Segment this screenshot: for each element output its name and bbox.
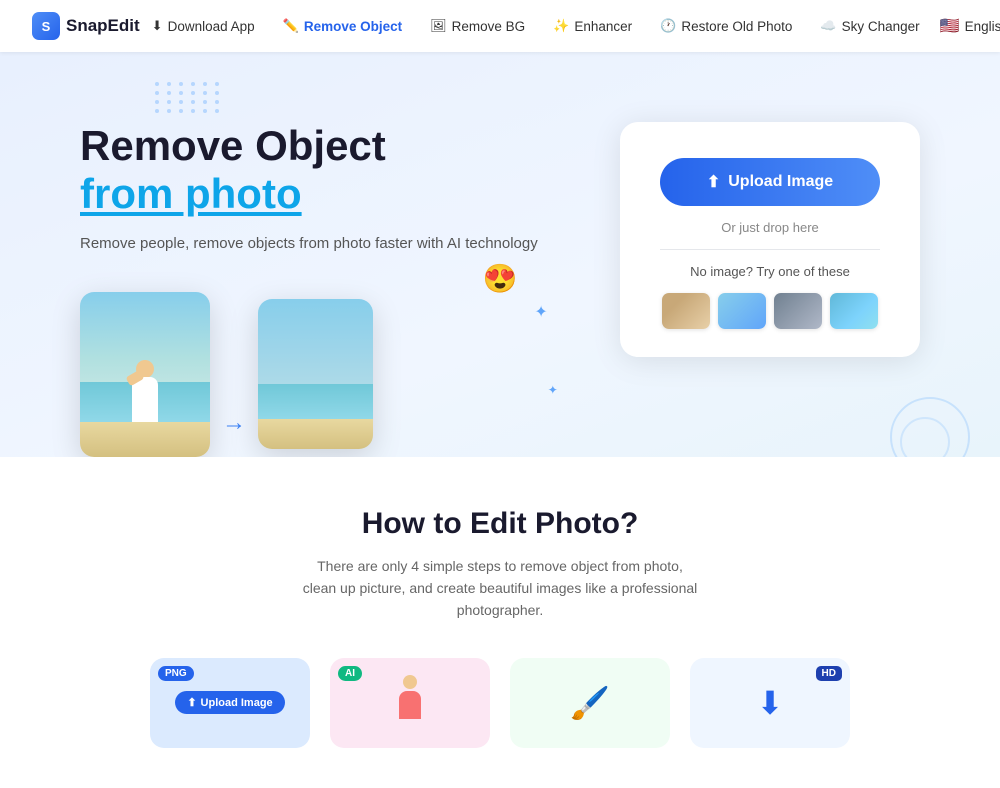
arrow-container: → [222, 409, 246, 457]
edit-icon: ✏️ [283, 18, 299, 34]
sand-bg [80, 422, 210, 457]
sample-images [662, 293, 878, 329]
hero-images: → 😍 ✦ ✦ [80, 292, 538, 457]
flag-icon: 🇺🇸 [940, 16, 960, 36]
download-icon: ⬇ [757, 684, 784, 722]
nav-remove-bg[interactable]: 🖼 Remove BG [418, 12, 537, 40]
hero-subtitle: Remove people, remove objects from photo… [80, 235, 538, 252]
upload-icon: ⬆ [707, 172, 720, 192]
happy-emoji: 😍 [483, 262, 518, 295]
right-arrow-icon: → [222, 409, 246, 437]
sample-label: No image? Try one of these [690, 264, 850, 279]
sparkle-icon: ✨ [553, 18, 569, 34]
nav-enhancer[interactable]: ✨ Enhancer [541, 12, 644, 40]
step-download: HD ⬇ [690, 658, 850, 748]
language-selector[interactable]: 🇺🇸 English ▾ [932, 12, 1000, 40]
step-select: AI [330, 658, 490, 748]
png-badge: PNG [158, 666, 194, 681]
how-to-section: How to Edit Photo? There are only 4 simp… [0, 457, 1000, 788]
navbar: S SnapEdit ⬇ Download App ✏️ Remove Obje… [0, 0, 1000, 52]
sample-thumb-2[interactable] [718, 293, 766, 329]
drop-hint: Or just drop here [721, 220, 819, 235]
sample-thumb-3[interactable] [774, 293, 822, 329]
step-upload: PNG ⬆ Upload Image [150, 658, 310, 748]
nav-links: ⬇ Download App ✏️ Remove Object 🖼 Remove… [140, 12, 932, 40]
upload-button-label: Upload Image [728, 173, 833, 191]
step-erase: 🖌️ [510, 658, 670, 748]
logo[interactable]: S SnapEdit [32, 12, 140, 40]
upload-card: ⬆ Upload Image Or just drop here No imag… [620, 122, 920, 357]
sparkle-icon-2: ✦ [548, 383, 558, 397]
upload-step-btn: ⬆ Upload Image [175, 691, 284, 714]
lang-label: English [965, 19, 1000, 34]
hero-title: Remove Object from photo [80, 122, 538, 219]
hero-section: Remove Object from photo Remove people, … [0, 52, 1000, 457]
person-figure [115, 360, 175, 422]
how-title: How to Edit Photo? [80, 507, 920, 541]
brand-name: SnapEdit [66, 16, 140, 36]
person-body [132, 377, 158, 422]
hd-badge: HD [816, 666, 842, 681]
clock-icon: 🕐 [660, 18, 676, 34]
person-step [395, 675, 425, 730]
steps-row: PNG ⬆ Upload Image AI 🖌️ HD ⬇ [80, 658, 920, 748]
nav-right: 🇺🇸 English ▾ [932, 12, 1000, 40]
image-icon: 🖼 [430, 18, 447, 34]
sand-after [258, 419, 373, 449]
nav-sky-changer[interactable]: ☁️ Sky Changer [808, 12, 931, 40]
after-image-card [258, 299, 373, 449]
person-step-body [399, 691, 421, 719]
sample-thumb-1[interactable] [662, 293, 710, 329]
hero-title-line1: Remove Object [80, 122, 386, 169]
how-subtitle: There are only 4 simple steps to remove … [300, 555, 700, 622]
divider [660, 249, 880, 250]
sparkle-icon-1: ✦ [534, 302, 547, 322]
dots-decoration [155, 82, 222, 113]
cloud-icon: ☁️ [820, 18, 836, 34]
nav-remove-object[interactable]: ✏️ Remove Object [271, 12, 414, 40]
water-after [258, 384, 373, 419]
hero-title-line2: from photo [80, 170, 302, 217]
brush-icon: 🖌️ [570, 684, 610, 722]
ai-badge: AI [338, 666, 362, 681]
download-icon: ⬇ [152, 18, 163, 34]
upload-step-icon: ⬆ [187, 696, 196, 709]
hero-left: Remove Object from photo Remove people, … [80, 112, 538, 457]
nav-download-app[interactable]: ⬇ Download App [140, 12, 267, 40]
person-step-head [403, 675, 417, 689]
nav-restore-photo[interactable]: 🕐 Restore Old Photo [648, 12, 804, 40]
logo-icon: S [32, 12, 60, 40]
before-image-card [80, 292, 210, 457]
upload-image-button[interactable]: ⬆ Upload Image [660, 158, 880, 206]
sample-thumb-4[interactable] [830, 293, 878, 329]
